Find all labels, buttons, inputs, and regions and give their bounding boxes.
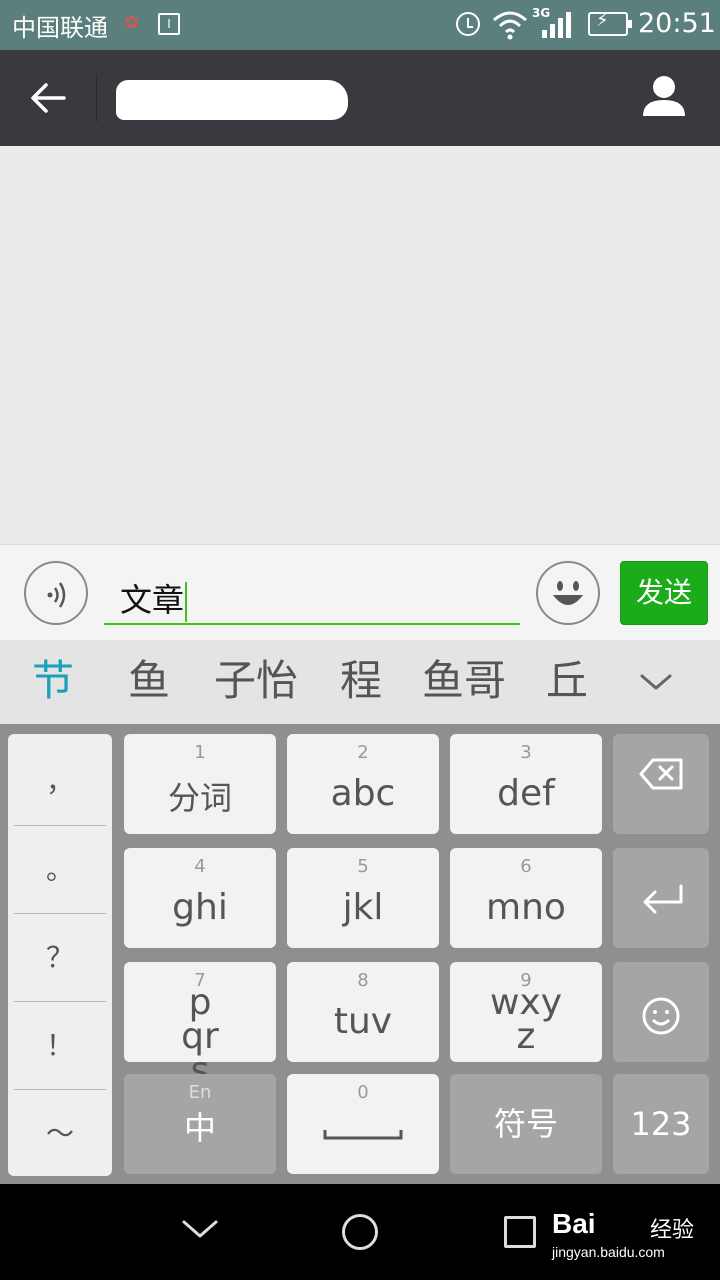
- key-5[interactable]: 5 jkl: [287, 848, 439, 948]
- key-3[interactable]: 3 def: [450, 734, 602, 834]
- carrier-name: 中国联通: [12, 14, 108, 42]
- key-2[interactable]: 2 abc: [287, 734, 439, 834]
- nav-home-icon[interactable]: [342, 1214, 378, 1250]
- nav-back-icon[interactable]: [176, 1206, 224, 1254]
- candidate-item[interactable]: 子怡: [214, 656, 298, 706]
- arrow-left-icon: [31, 83, 66, 113]
- candidate-item[interactable]: 鱼哥: [422, 656, 506, 706]
- baidu-jingyan-watermark: Bai 经验 jingyan.baidu.com: [552, 1208, 695, 1260]
- punctuation-key[interactable]: ，: [14, 738, 106, 826]
- key-8[interactable]: 8 tuv: [287, 962, 439, 1062]
- ime-keyboard: ， 。 ？ ！ ～ 1 分词 2 abc 3 def 4 ghi 5 jkl 6…: [0, 724, 720, 1184]
- send-button[interactable]: 发送: [620, 561, 708, 625]
- message-input[interactable]: 文章: [104, 563, 520, 625]
- chat-info-button[interactable]: [634, 68, 694, 128]
- punctuation-column[interactable]: ， 。 ？ ！ ～: [8, 734, 112, 1176]
- number-mode-key[interactable]: 123: [613, 1074, 709, 1174]
- candidate-item[interactable]: 鱼: [128, 656, 170, 706]
- language-switch-key[interactable]: En 中: [124, 1074, 276, 1174]
- smiley-icon: [553, 581, 583, 605]
- voice-icon: [47, 582, 66, 608]
- text-caret: [185, 582, 188, 622]
- clock: 20:51: [638, 8, 716, 39]
- emoji-key[interactable]: [613, 962, 709, 1062]
- sim-card-icon: I: [158, 13, 180, 35]
- chevron-down-icon: [640, 674, 672, 690]
- candidate-item[interactable]: 丘: [546, 656, 588, 706]
- emoji-button[interactable]: [536, 561, 600, 625]
- status-bar: 中国联通 ✿ I 3G ⚡ 20:51: [0, 0, 720, 50]
- key-4[interactable]: 4 ghi: [124, 848, 276, 948]
- voice-input-button[interactable]: [24, 561, 88, 625]
- punctuation-key[interactable]: ？: [14, 914, 106, 1002]
- candidate-item[interactable]: 程: [340, 656, 382, 706]
- signal-icon: [542, 12, 571, 38]
- symbol-key[interactable]: 符号: [450, 1074, 602, 1174]
- chat-header: Tl: [0, 50, 720, 146]
- nav-recents-icon[interactable]: [504, 1216, 536, 1248]
- key-6[interactable]: 6 mno: [450, 848, 602, 948]
- expand-candidates-button[interactable]: [632, 658, 680, 706]
- enter-icon: [643, 884, 683, 914]
- huawei-logo-icon: ✿: [124, 12, 140, 33]
- punctuation-key[interactable]: ～: [14, 1090, 106, 1178]
- chat-title: Tl: [116, 80, 348, 120]
- punctuation-key[interactable]: 。: [14, 826, 106, 914]
- back-button[interactable]: [14, 68, 82, 128]
- person-icon: [643, 76, 685, 116]
- system-nav-bar: Bai 经验 jingyan.baidu.com: [0, 1184, 720, 1280]
- alarm-icon: [456, 12, 480, 36]
- charging-icon: ⚡: [596, 10, 609, 31]
- key-7[interactable]: 7 pqrs: [124, 962, 276, 1089]
- header-divider: [96, 74, 97, 122]
- ime-candidate-bar: 节 鱼 子怡 程 鱼哥 丘: [0, 640, 720, 724]
- wifi-icon: [493, 11, 527, 40]
- backspace-key[interactable]: [613, 734, 709, 834]
- key-1[interactable]: 1 分词: [124, 734, 276, 834]
- key-9[interactable]: 9 wxyz: [450, 962, 602, 1062]
- candidate-item[interactable]: 节: [32, 656, 74, 706]
- enter-key[interactable]: [613, 848, 709, 948]
- backspace-icon: [639, 758, 683, 790]
- input-bar: 文章 发送: [0, 544, 720, 640]
- message-input-value: 文章: [120, 575, 188, 622]
- smiley-icon: [642, 997, 680, 1035]
- space-key[interactable]: 0: [287, 1074, 439, 1174]
- space-bar-icon: [323, 1130, 403, 1140]
- punctuation-key[interactable]: ！: [14, 1002, 106, 1090]
- message-list[interactable]: [0, 146, 720, 544]
